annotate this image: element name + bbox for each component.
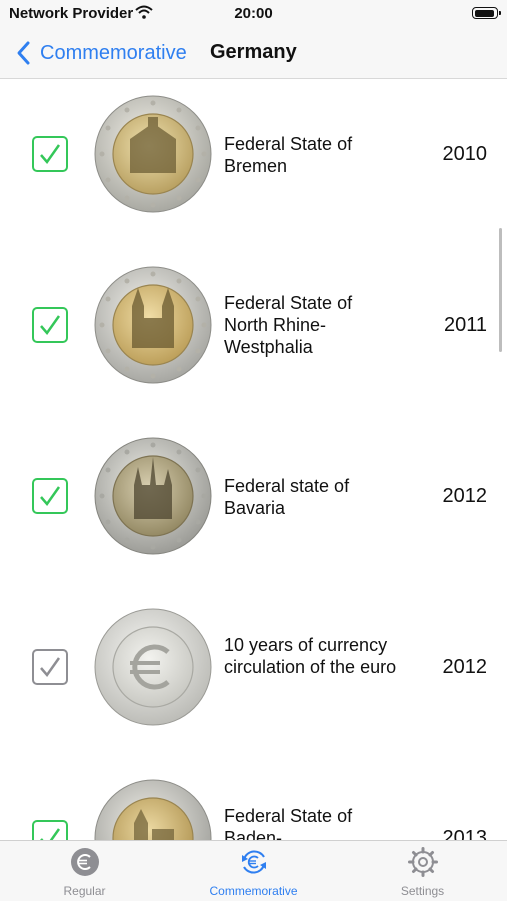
checkmark-icon bbox=[40, 144, 61, 165]
tab-regular-label: Regular bbox=[63, 884, 106, 898]
scroll-indicator[interactable] bbox=[499, 228, 502, 352]
checkbox-checked[interactable] bbox=[32, 478, 68, 514]
checkbox-checked[interactable] bbox=[32, 820, 68, 841]
checkbox-unchecked[interactable] bbox=[32, 649, 68, 685]
page-title: Germany bbox=[210, 41, 297, 63]
chevron-left-icon bbox=[17, 41, 30, 65]
euro-coin-icon bbox=[71, 848, 99, 876]
tab-settings[interactable]: Settings bbox=[338, 841, 507, 901]
coin-year: 2011 bbox=[443, 314, 487, 336]
navigation-bar: Commemorative Germany bbox=[0, 28, 507, 79]
coin-year: 2013 bbox=[442, 827, 488, 841]
back-button[interactable]: Commemorative bbox=[14, 38, 187, 68]
tab-commemorative[interactable]: Commemorative bbox=[169, 841, 338, 901]
coin-name: Federal State of North Rhine-Westphalia bbox=[224, 293, 353, 357]
euro-cycle-icon bbox=[242, 850, 266, 874]
checkmark-icon bbox=[40, 828, 61, 841]
coin-image-euro-symbol bbox=[94, 608, 212, 726]
status-bar: Network Provider 20:00 bbox=[0, 0, 507, 28]
coin-row[interactable]: 10 years of currency circulation of the … bbox=[0, 592, 507, 763]
coin-image-cologne-cathedral bbox=[94, 266, 212, 384]
coin-name: Federal State of Bremen bbox=[224, 134, 353, 176]
coin-image-neuschwanstein-castle bbox=[94, 437, 212, 555]
checkbox-checked[interactable] bbox=[32, 307, 68, 343]
coin-row[interactable]: Federal State of North Rhine-Westphalia … bbox=[0, 250, 507, 421]
back-button-label: Commemorative bbox=[40, 41, 187, 64]
coin-row[interactable]: Federal state of Bavaria 2012 bbox=[0, 421, 507, 592]
checkmark-icon bbox=[40, 315, 61, 336]
coin-image-maulbronn-monastery bbox=[94, 779, 212, 841]
checkmark-icon bbox=[40, 486, 61, 507]
coin-year: 2012 bbox=[442, 656, 488, 678]
gear-icon bbox=[408, 847, 438, 877]
coin-year: 2012 bbox=[442, 485, 488, 507]
coin-name: Federal state of Bavaria bbox=[224, 476, 350, 518]
coin-row[interactable]: Federal State of Bremen 2010 bbox=[0, 79, 507, 250]
coin-name: 10 years of currency circulation of the … bbox=[224, 635, 397, 677]
checkbox-checked[interactable] bbox=[32, 136, 68, 172]
coin-image-bremen-town-hall bbox=[94, 95, 212, 213]
coin-year: 2010 bbox=[442, 143, 488, 165]
tab-regular[interactable]: Regular bbox=[0, 841, 169, 901]
battery-icon bbox=[472, 7, 501, 19]
status-time: 20:00 bbox=[234, 5, 273, 22]
tab-bar: Regular Commemorative Settings bbox=[0, 840, 507, 901]
coin-list[interactable]: Federal State of Bremen 2010 Federal Sta… bbox=[0, 79, 507, 841]
tab-settings-label: Settings bbox=[400, 884, 445, 898]
checkmark-icon bbox=[40, 657, 61, 678]
coin-name: Federal State of Baden- bbox=[224, 806, 353, 841]
coin-row[interactable]: Federal State of Baden- 2013 bbox=[0, 763, 507, 841]
tab-commemorative-label: Commemorative bbox=[209, 884, 298, 898]
